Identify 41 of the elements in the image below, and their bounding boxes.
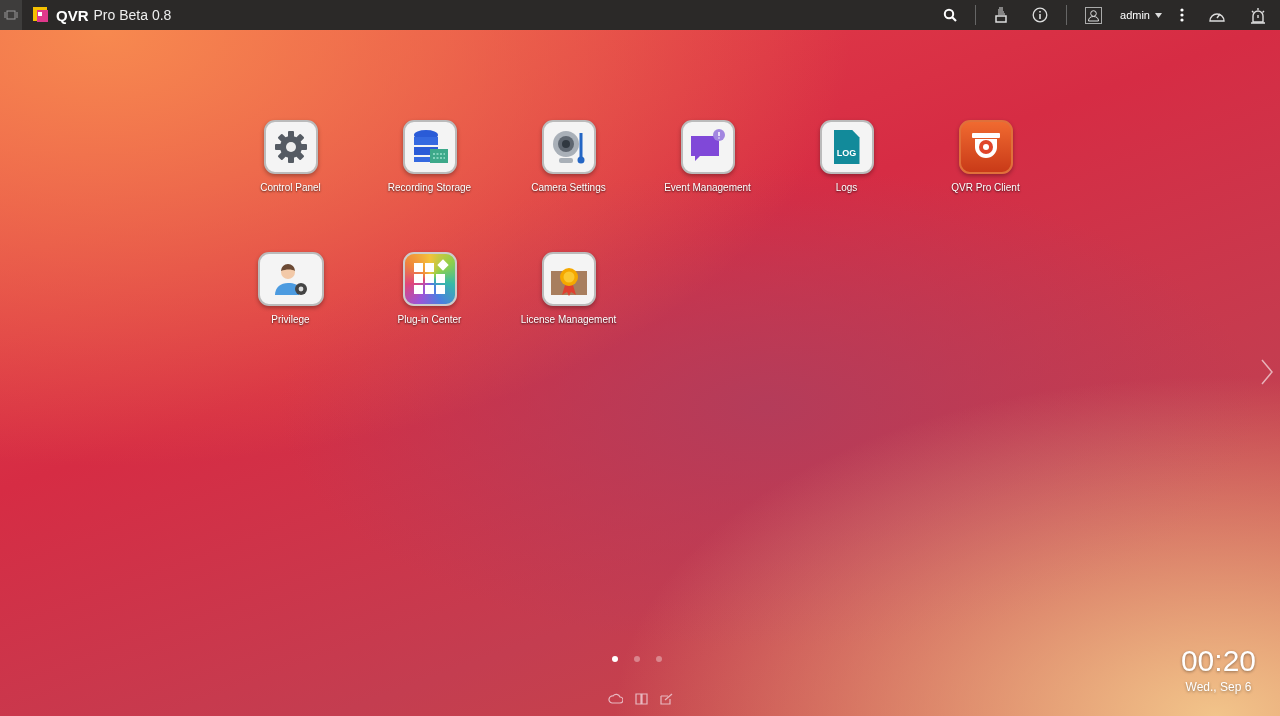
more-icon[interactable] [1180,8,1184,22]
tasks-icon[interactable] [994,7,1009,23]
window-icon [4,10,18,20]
app-label: Privilege [271,314,310,325]
app-label: Control Panel [260,182,321,193]
alert-light-icon[interactable] [1250,6,1266,24]
book-icon[interactable] [635,693,648,705]
storage-app-icon[interactable] [402,120,457,174]
user-menu[interactable]: admin [1114,9,1168,21]
cloud-icon[interactable] [608,693,623,705]
gear-app-icon[interactable] [263,120,318,174]
app-label: Recording Storage [387,182,472,193]
app-label: Event Management [664,182,751,193]
event-app-icon[interactable] [680,120,735,174]
app-title: Pro Beta 0.8 [93,7,172,23]
user-icon[interactable] [1085,6,1103,24]
license-app-icon[interactable] [541,252,596,306]
note-icon[interactable] [660,693,673,705]
app-label: License Management [520,314,617,325]
search-icon[interactable] [943,8,958,22]
caret-icon [1155,12,1162,18]
page-dot[interactable] [634,656,640,662]
log-app-icon[interactable]: LOG [819,120,874,174]
logo-icon [32,6,50,24]
client-app-icon[interactable] [958,120,1013,174]
clock-time: 00:20 [1180,644,1256,678]
page-dot[interactable] [656,656,662,662]
user-app-icon[interactable] [257,252,324,306]
app-label: Logs [835,182,858,193]
app-label: Plug-in Center [397,314,462,325]
plugin-app-icon[interactable] [402,252,457,306]
app-label: Camera Settings [531,182,606,193]
clock-date: Wed., Sep 6 [1185,680,1252,694]
document-icon: LOG [833,130,860,164]
info-icon[interactable] [1032,7,1049,23]
page-dot[interactable] [612,656,618,662]
app-label: QVR Pro Client [951,182,1020,193]
app-brand: QVR [56,6,89,24]
next-page-icon[interactable] [1260,358,1274,386]
camera-app-icon[interactable] [541,120,596,174]
window-switch-button[interactable] [0,0,22,30]
